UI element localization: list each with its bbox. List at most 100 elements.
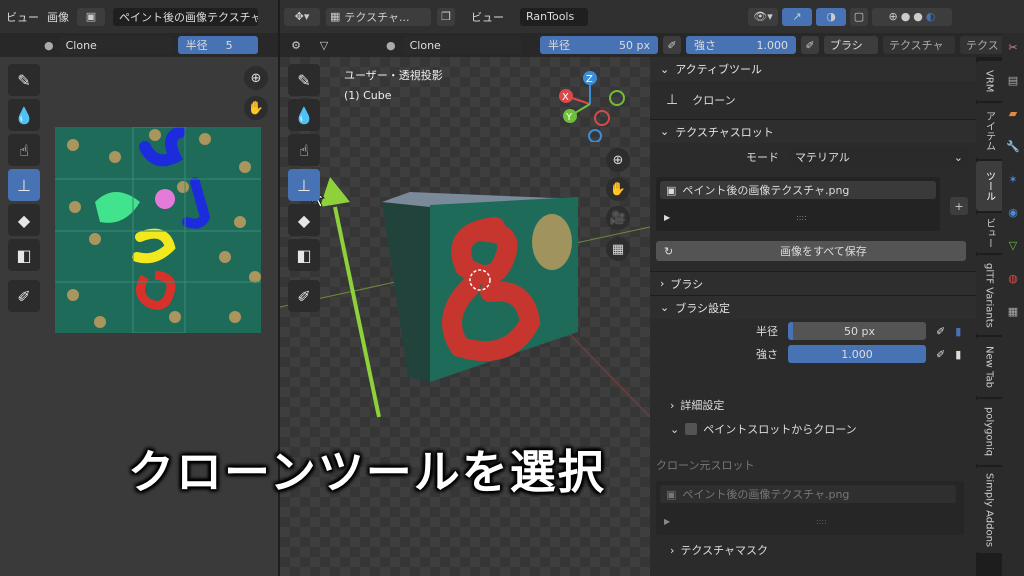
material-icon[interactable]: ◍ bbox=[1008, 272, 1018, 285]
radius-label: 半径 bbox=[756, 325, 778, 338]
slot-item[interactable]: ▣ ペイント後の画像テクスチャ.png bbox=[660, 181, 936, 199]
mask-icon[interactable]: ◧ bbox=[8, 239, 40, 271]
image-icon: ▣ bbox=[666, 183, 677, 197]
unified-icon[interactable]: ▮ bbox=[955, 348, 961, 361]
texture-paint-mode-dropdown[interactable]: ▦ テクスチャ... bbox=[326, 7, 431, 26]
image-name-dropdown[interactable]: ペイント後の画像テクスチャ bbox=[113, 7, 258, 26]
menu-view[interactable]: ビュー bbox=[6, 9, 39, 25]
filter-icon[interactable]: ▽ bbox=[314, 36, 334, 54]
radius-field[interactable]: 半径 5 bbox=[177, 36, 258, 54]
overlay-toggle-icon[interactable]: ◑ bbox=[816, 7, 846, 26]
rantools-dropdown[interactable]: RanTools bbox=[520, 7, 588, 26]
pen-pressure-icon[interactable]: ✐ bbox=[801, 36, 819, 54]
tab-gltf-variants[interactable]: glTF Variants bbox=[976, 255, 1002, 335]
strength-label: 強さ bbox=[756, 348, 778, 361]
shading-mode-buttons[interactable]: ⊕ ● ● ◐ bbox=[872, 7, 952, 26]
sidebar-tabs: VRM アイテム ツール ビュー glTF Variants New Tab p… bbox=[976, 57, 1002, 576]
radius-field[interactable]: 半径 50 px bbox=[540, 36, 658, 54]
menu-image[interactable]: 画像 bbox=[47, 9, 69, 25]
resize-handle[interactable]: :::: bbox=[816, 517, 827, 526]
pen-pressure-icon[interactable]: ✐ bbox=[663, 36, 681, 54]
fill-icon[interactable]: ◆ bbox=[8, 204, 40, 236]
mode-dropdown[interactable]: マテリアル ⌄ bbox=[789, 148, 969, 166]
output-icon[interactable]: ▰ bbox=[1009, 107, 1017, 120]
active-tool-row: ⊥ クローン bbox=[650, 81, 976, 119]
smear-icon[interactable]: ☝ bbox=[8, 134, 40, 166]
gizmo-toggle-icon[interactable]: ↗ bbox=[782, 7, 812, 26]
visibility-icon[interactable]: 👁▾ bbox=[748, 7, 778, 26]
camera-icon[interactable]: 🎥 bbox=[606, 206, 630, 230]
copy-icon[interactable]: ❐ bbox=[437, 7, 455, 26]
texture-paint-strokes bbox=[55, 127, 261, 333]
xray-icon[interactable]: ▢ bbox=[850, 7, 868, 26]
grid-icon[interactable]: ▦ bbox=[606, 237, 630, 261]
texture-slots-header[interactable]: ⌄ テクスチャスロット bbox=[650, 119, 976, 143]
clone-source-item[interactable]: ▣ ペイント後の画像テクスチャ.png bbox=[660, 485, 956, 503]
brush-settings-header[interactable]: ⌄ ブラシ設定 bbox=[650, 295, 976, 319]
physics-icon[interactable]: ◉ bbox=[1008, 206, 1018, 219]
smear-icon[interactable]: ☝ bbox=[288, 134, 320, 166]
texture-mask-subpanel[interactable]: › テクスチャマスク bbox=[650, 539, 976, 561]
tab-view[interactable]: ビュー bbox=[976, 213, 1002, 253]
annotate-icon[interactable]: ✐ bbox=[8, 280, 40, 312]
navigation-gizmo[interactable]: Z X Y bbox=[550, 66, 630, 142]
zoom-icon[interactable]: ⊕ bbox=[244, 66, 268, 90]
texture-icon[interactable]: ▦ bbox=[1008, 305, 1018, 318]
save-all-images-button[interactable]: ↻ 画像をすべて保存 bbox=[656, 241, 966, 261]
brush-tab[interactable]: ブラシ bbox=[824, 36, 878, 54]
image-type-icon[interactable]: ▣ bbox=[77, 7, 105, 26]
clone-stamp-icon[interactable]: ⊥ bbox=[288, 169, 320, 201]
pen-pressure-icon[interactable]: ✐ bbox=[936, 348, 945, 361]
tab-new-tab[interactable]: New Tab bbox=[976, 337, 1002, 397]
resize-handle[interactable]: :::: bbox=[796, 213, 807, 222]
image-editor-header: ビュー 画像 ▣ ペイント後の画像テクスチャ bbox=[0, 0, 278, 33]
pen-pressure-icon[interactable]: ✐ bbox=[936, 325, 945, 338]
zoom-icon[interactable]: ⊕ bbox=[606, 148, 630, 172]
tool-icon[interactable]: ✂ bbox=[1008, 41, 1017, 54]
clone-from-slot-checkbox[interactable] bbox=[685, 423, 698, 435]
brush-name-field[interactable]: Clone bbox=[403, 36, 522, 54]
active-tool-header[interactable]: ⌄ アクティブツール bbox=[650, 57, 976, 81]
gear-icon[interactable]: ⚙ bbox=[286, 36, 306, 54]
tab-polygoniq[interactable]: polygoniq bbox=[976, 399, 1002, 465]
add-slot-button[interactable]: + bbox=[950, 197, 968, 215]
soften-icon[interactable]: 💧 bbox=[8, 99, 40, 131]
hand-pan-icon[interactable]: ✋ bbox=[244, 96, 268, 120]
tool-settings-right: 半径 50 px ✐ 強さ 1.000 ✐ ブラシ テクスチャ テクス bbox=[540, 33, 1024, 57]
unified-icon[interactable]: ▮ bbox=[955, 325, 961, 338]
tab-tool[interactable]: ツール bbox=[976, 161, 1002, 211]
strength-field[interactable]: 強さ 1.000 bbox=[686, 36, 796, 54]
particles-icon[interactable]: ✶ bbox=[1008, 173, 1017, 186]
radius-row: 半径 50 px ✐ ▮ bbox=[650, 319, 976, 343]
soften-icon[interactable]: 💧 bbox=[288, 99, 320, 131]
fill-icon[interactable]: ◆ bbox=[288, 204, 320, 236]
brush-header[interactable]: › ブラシ bbox=[650, 271, 976, 295]
clone-stamp-icon[interactable]: ⊥ bbox=[8, 169, 40, 201]
refresh-icon: ↻ bbox=[664, 244, 674, 258]
render-icon[interactable]: ▤ bbox=[1008, 74, 1018, 87]
constraints-icon[interactable]: ▽ bbox=[1009, 239, 1017, 252]
viewport-header-right: 👁▾ ↗ ◑ ▢ ⊕ ● ● ◐ bbox=[650, 0, 1024, 33]
draw-brush-icon[interactable]: ✎ bbox=[288, 64, 320, 96]
mask-icon[interactable]: ◧ bbox=[288, 239, 320, 271]
advanced-subpanel[interactable]: › 詳細設定 bbox=[650, 393, 976, 417]
editor-type-icon[interactable]: ✥▾ bbox=[284, 7, 320, 26]
expand-triangle-icon[interactable]: ▶ bbox=[664, 517, 670, 526]
strength-slider[interactable]: 1.000 bbox=[788, 345, 926, 363]
clone-stamp-icon: ⊥ bbox=[666, 92, 679, 108]
tab-vrm[interactable]: VRM bbox=[976, 61, 1002, 101]
hand-pan-icon[interactable]: ✋ bbox=[606, 177, 630, 201]
clone-from-slot-row[interactable]: ⌄ ペイントスロットからクローン bbox=[650, 417, 976, 441]
wrench-icon[interactable]: 🔧 bbox=[1006, 140, 1020, 153]
radius-slider[interactable]: 50 px bbox=[788, 322, 926, 340]
texture-tab[interactable]: テクスチャ bbox=[883, 36, 955, 54]
annotate-icon[interactable]: ✐ bbox=[288, 280, 320, 312]
texture-canvas[interactable] bbox=[55, 127, 261, 333]
brush-name-field[interactable]: Clone bbox=[59, 36, 172, 54]
tab-item[interactable]: アイテム bbox=[976, 103, 1002, 159]
expand-triangle-icon[interactable]: ▶ bbox=[664, 213, 670, 222]
tab-simply-addons[interactable]: Simply Addons bbox=[976, 467, 1002, 553]
viewport-info: ユーザー・透視投影 (1) Cube bbox=[344, 66, 443, 106]
draw-brush-icon[interactable]: ✎ bbox=[8, 64, 40, 96]
menu-view[interactable]: ビュー bbox=[471, 9, 504, 25]
